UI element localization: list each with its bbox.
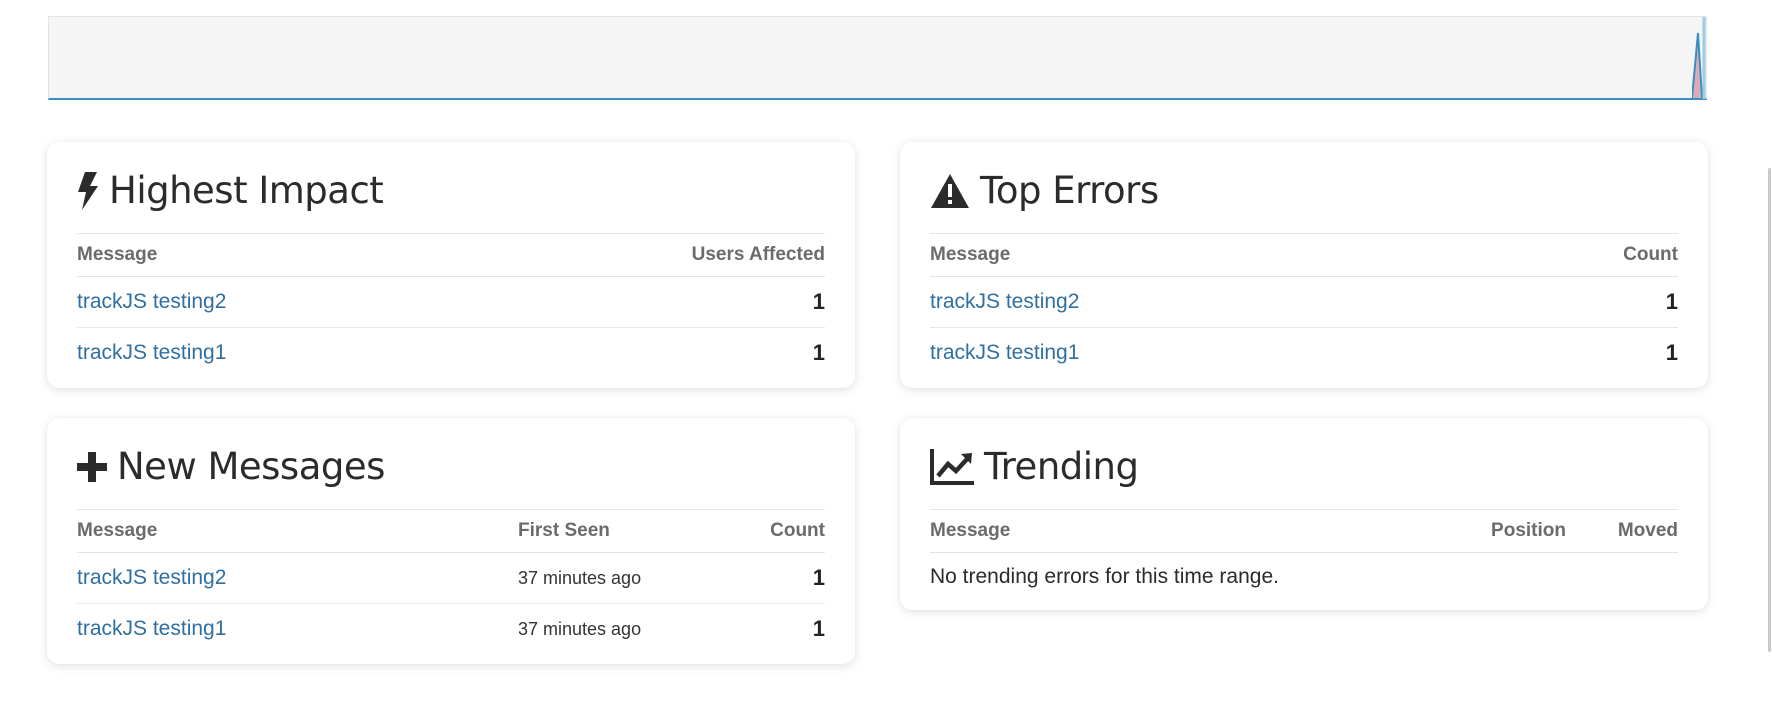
dashboard-page: Highest Impact Message Users Affected tr…: [0, 0, 1772, 708]
table-row: trackJS testing1 1: [77, 328, 825, 379]
message-link[interactable]: trackJS testing1: [77, 341, 226, 364]
trending-card: Trending Message Position Moved No trend…: [900, 418, 1708, 610]
error-timeline-chart[interactable]: [48, 16, 1707, 100]
bolt-icon: [77, 171, 99, 210]
column-header-moved: Moved: [1566, 510, 1678, 553]
column-header-count: Count: [678, 510, 825, 553]
highest-impact-card: Highest Impact Message Users Affected tr…: [47, 142, 855, 388]
column-header-position: Position: [1446, 510, 1566, 553]
new-messages-card: New Messages Message First Seen Count tr…: [47, 418, 855, 664]
message-link[interactable]: trackJS testing1: [930, 341, 1079, 364]
card-title: Highest Impact: [77, 148, 825, 234]
column-header-first-seen: First Seen: [518, 510, 678, 553]
message-link[interactable]: trackJS testing2: [77, 290, 226, 313]
highest-impact-table: Message Users Affected trackJS testing2 …: [77, 234, 825, 378]
first-seen-value: 37 minutes ago: [518, 552, 678, 604]
trending-table: Message Position Moved: [930, 510, 1678, 553]
column-header-message: Message: [77, 234, 473, 277]
new-messages-table: Message First Seen Count trackJS testing…: [77, 510, 825, 654]
column-header-message: Message: [930, 510, 1446, 553]
table-row: trackJS testing2 1: [77, 276, 825, 328]
message-link[interactable]: trackJS testing1: [77, 617, 226, 640]
empty-state-text: No trending errors for this time range.: [930, 565, 1279, 588]
page-scrollbar[interactable]: [1768, 168, 1771, 652]
card-title: Top Errors: [930, 148, 1678, 234]
table-row: trackJS testing2 1: [930, 276, 1678, 328]
column-header-message: Message: [77, 510, 518, 553]
users-affected-value: 1: [472, 276, 825, 328]
top-errors-table: Message Count trackJS testing2 1 trackJS…: [930, 234, 1678, 378]
message-link[interactable]: trackJS testing2: [77, 566, 226, 589]
warning-icon: [930, 173, 970, 209]
column-header-message: Message: [930, 234, 1478, 277]
trending-title: Trending: [984, 445, 1139, 488]
column-header-count: Count: [1477, 234, 1678, 277]
count-value: 1: [1477, 276, 1678, 328]
card-title: Trending: [930, 424, 1678, 510]
count-value: 1: [1665, 340, 1678, 365]
count-value: 1: [678, 552, 825, 604]
card-title: New Messages: [77, 424, 825, 510]
highest-impact-title: Highest Impact: [109, 169, 384, 212]
first-seen-value: 37 minutes ago: [518, 618, 642, 639]
message-link[interactable]: trackJS testing2: [930, 290, 1079, 313]
new-messages-title: New Messages: [117, 445, 385, 488]
top-errors-title: Top Errors: [980, 169, 1159, 212]
count-value: 1: [812, 616, 825, 641]
table-row: trackJS testing2 37 minutes ago 1: [77, 552, 825, 604]
chart-spike: [1692, 17, 1706, 99]
table-row: trackJS testing1 1: [930, 328, 1678, 379]
table-row: trackJS testing1 37 minutes ago 1: [77, 604, 825, 655]
plus-icon: [77, 451, 107, 482]
top-errors-card: Top Errors Message Count trackJS testing…: [900, 142, 1708, 388]
users-affected-value: 1: [812, 340, 825, 365]
trending-up-icon: [930, 448, 974, 485]
column-header-users-affected: Users Affected: [472, 234, 825, 277]
